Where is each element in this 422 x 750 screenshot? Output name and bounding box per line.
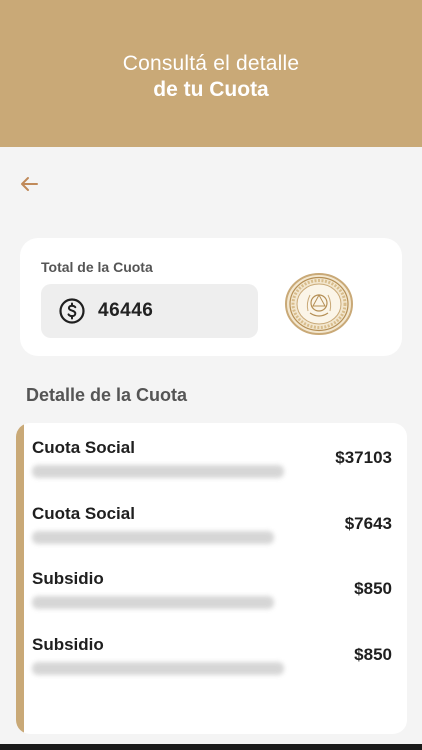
- fee-subtitle-blurred: [32, 662, 284, 675]
- fee-subtitle-blurred: [32, 531, 274, 544]
- header-title-line1: Consultá el detalle: [122, 51, 300, 75]
- fee-amount: $37103: [335, 448, 392, 467]
- total-amount-box: 46446: [41, 284, 258, 338]
- fee-amount: $850: [354, 645, 392, 664]
- detail-card: Cuota Social $37103 Cuota Social $7643 S…: [16, 423, 407, 734]
- screen: Consultá el detalle de tu Cuota Total de…: [0, 0, 422, 750]
- dollar-circle-icon: [58, 297, 86, 325]
- fee-name: Cuota Social: [32, 438, 135, 457]
- fee-amount: $850: [354, 579, 392, 598]
- fee-item: Cuota Social $7643: [32, 504, 392, 554]
- fee-name: Subsidio: [32, 635, 104, 654]
- fee-item: Cuota Social $37103: [32, 438, 392, 488]
- detail-accent-bar: [16, 423, 24, 734]
- total-value: 46446: [98, 300, 154, 321]
- detail-section-title: Detalle de la Cuota: [26, 385, 188, 405]
- arrow-left-icon: [21, 177, 38, 191]
- circulo-militar-seal-icon: [284, 273, 354, 335]
- back-button[interactable]: [14, 170, 44, 198]
- bottom-bar: [0, 744, 422, 750]
- fee-subtitle-blurred: [32, 465, 284, 478]
- fee-name: Cuota Social: [32, 504, 135, 523]
- fee-name: Subsidio: [32, 569, 104, 588]
- header-title-line2: de tu Cuota: [153, 77, 269, 101]
- fee-item: Subsidio $850: [32, 569, 392, 619]
- fee-item: Subsidio $850: [32, 635, 392, 685]
- fee-subtitle-blurred: [32, 596, 274, 609]
- total-card: Total de la Cuota 46446: [20, 238, 402, 356]
- total-label: Total de la Cuota: [41, 259, 153, 275]
- header-banner: Consultá el detalle de tu Cuota: [0, 0, 422, 147]
- fee-amount: $7643: [344, 514, 392, 533]
